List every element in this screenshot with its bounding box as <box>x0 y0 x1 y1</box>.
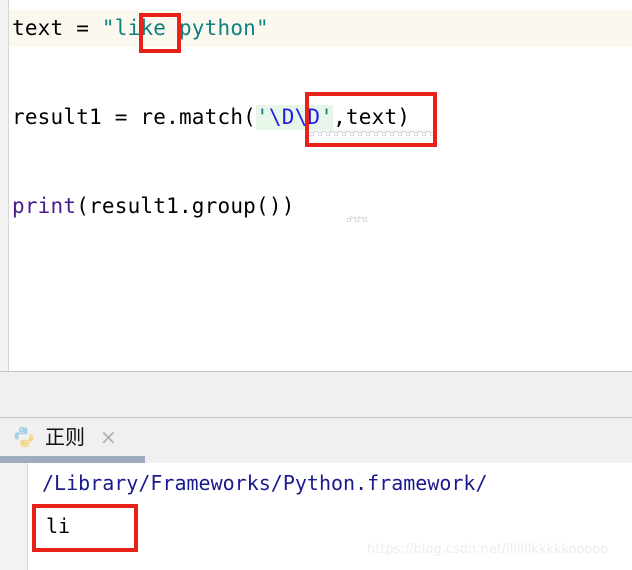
python-logo-icon <box>14 426 34 448</box>
code-token-string-boxed: li <box>114 16 141 40</box>
active-tab-indicator <box>0 456 145 463</box>
console-gutter <box>0 463 28 570</box>
regex-literal-highlight: '\D\D' <box>256 105 334 130</box>
editor-gutter[interactable] <box>0 0 9 372</box>
regex-squiggle-underline <box>310 130 434 136</box>
run-panel-tab-bar: 正则 × <box>0 418 632 456</box>
editor-top-padding <box>9 0 632 10</box>
watermark: https://blog.csdn.net/lllllllkkkkkooooo <box>367 542 609 557</box>
run-panel-toolbar-strip <box>0 372 632 417</box>
code-token-quote-open: " <box>101 16 115 40</box>
code-token-match-call: result1 = re.match( <box>12 105 257 129</box>
code-token-print-args: (result1.group()) <box>76 194 295 218</box>
code-token-match-args: ,text) <box>333 105 411 129</box>
code-line-3[interactable]: print(result1.group()) <box>12 188 295 225</box>
run-tab-regex[interactable]: 正则 × <box>12 418 117 456</box>
code-token-regex-escape-2: \D <box>294 105 321 129</box>
code-token-assignment: text = <box>12 16 102 40</box>
tab-underline-track <box>145 456 632 463</box>
close-icon[interactable]: × <box>100 427 117 447</box>
code-token-quote-close: " <box>256 16 269 40</box>
code-token-print-builtin: print <box>12 194 77 218</box>
code-token-regex-escape-1: \D <box>268 105 295 129</box>
console-line-program-output: li <box>46 514 71 538</box>
print-squiggle-underline <box>347 216 367 222</box>
code-line-1[interactable]: text = "like python" <box>12 10 269 47</box>
run-tab-label: 正则 <box>45 425 85 449</box>
code-token-regex-quote-open: ' <box>256 105 269 129</box>
code-token-regex-quote-close: ' <box>320 105 334 129</box>
console-line-interpreter-path: /Library/Frameworks/Python.framework/ <box>42 471 488 495</box>
code-editor-pane[interactable]: text = "like python" result1 = re.match(… <box>0 0 632 372</box>
code-token-string-rest: ke python <box>140 16 257 40</box>
